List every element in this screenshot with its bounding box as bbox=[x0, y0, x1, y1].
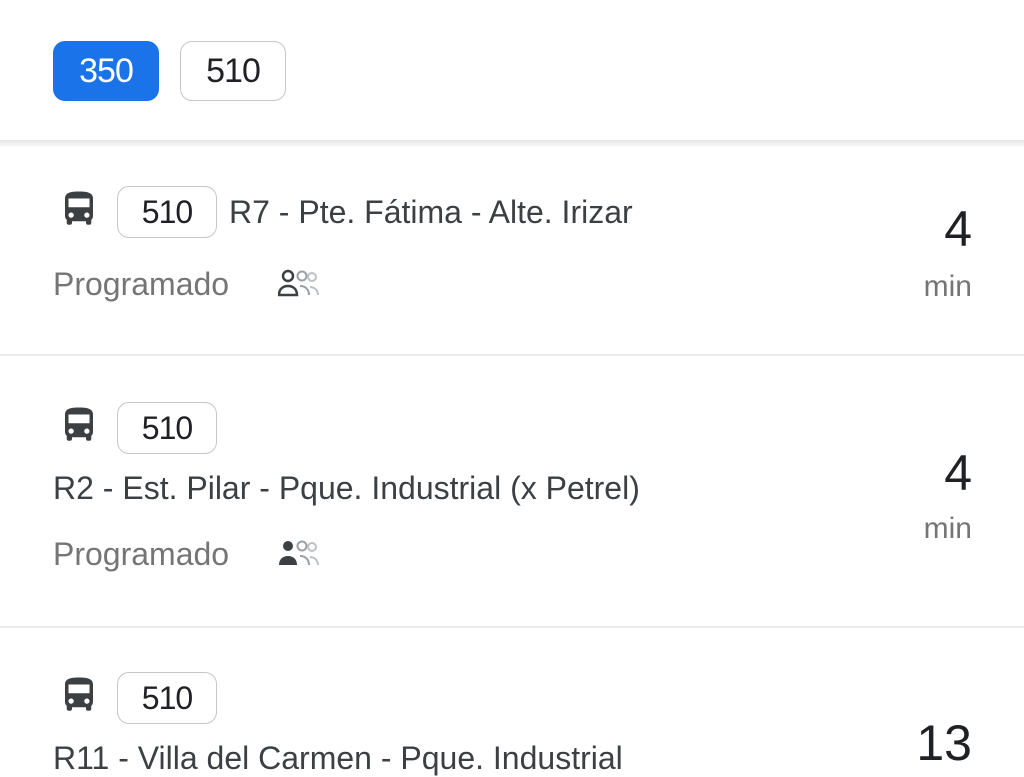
destination-label: R2 - Est. Pilar - Pque. Industrial (x Pe… bbox=[53, 470, 640, 506]
eta-unit: min bbox=[923, 512, 972, 545]
route-filter-bar: 350 510 bbox=[0, 0, 1024, 140]
bus-icon bbox=[65, 677, 93, 711]
bus-icon bbox=[65, 407, 93, 441]
route-chip: 510 bbox=[117, 402, 217, 454]
destination-label: R11 - Villa del Carmen - Pque. Industria… bbox=[53, 740, 623, 776]
eta-unit: min bbox=[923, 270, 972, 303]
departure-row[interactable]: 510 R11 - Villa del Carmen - Pque. Indus… bbox=[0, 628, 1024, 776]
departure-row[interactable]: 510 R2 - Est. Pilar - Pque. Industrial (… bbox=[0, 356, 1024, 626]
route-chip: 510 bbox=[117, 672, 217, 724]
bus-icon bbox=[65, 191, 93, 225]
status-label: Programado bbox=[53, 536, 230, 572]
crowd-level-icon bbox=[278, 269, 319, 297]
crowd-level-icon bbox=[279, 540, 319, 566]
status-label: Programado bbox=[53, 266, 230, 302]
eta-value: 4 bbox=[944, 201, 972, 257]
route-chip: 510 bbox=[117, 186, 217, 238]
header-shadow bbox=[0, 140, 1024, 148]
destination-label: R7 - Pte. Fátima - Alte. Irizar bbox=[229, 194, 633, 230]
eta-value: 4 bbox=[944, 445, 972, 501]
eta-value: 13 bbox=[916, 715, 972, 771]
route-filter-chip-510[interactable]: 510 bbox=[180, 41, 286, 101]
departure-row[interactable]: 510 R7 - Pte. Fátima - Alte. Irizar Prog… bbox=[0, 148, 1024, 354]
route-filter-chip-350[interactable]: 350 bbox=[53, 41, 159, 101]
